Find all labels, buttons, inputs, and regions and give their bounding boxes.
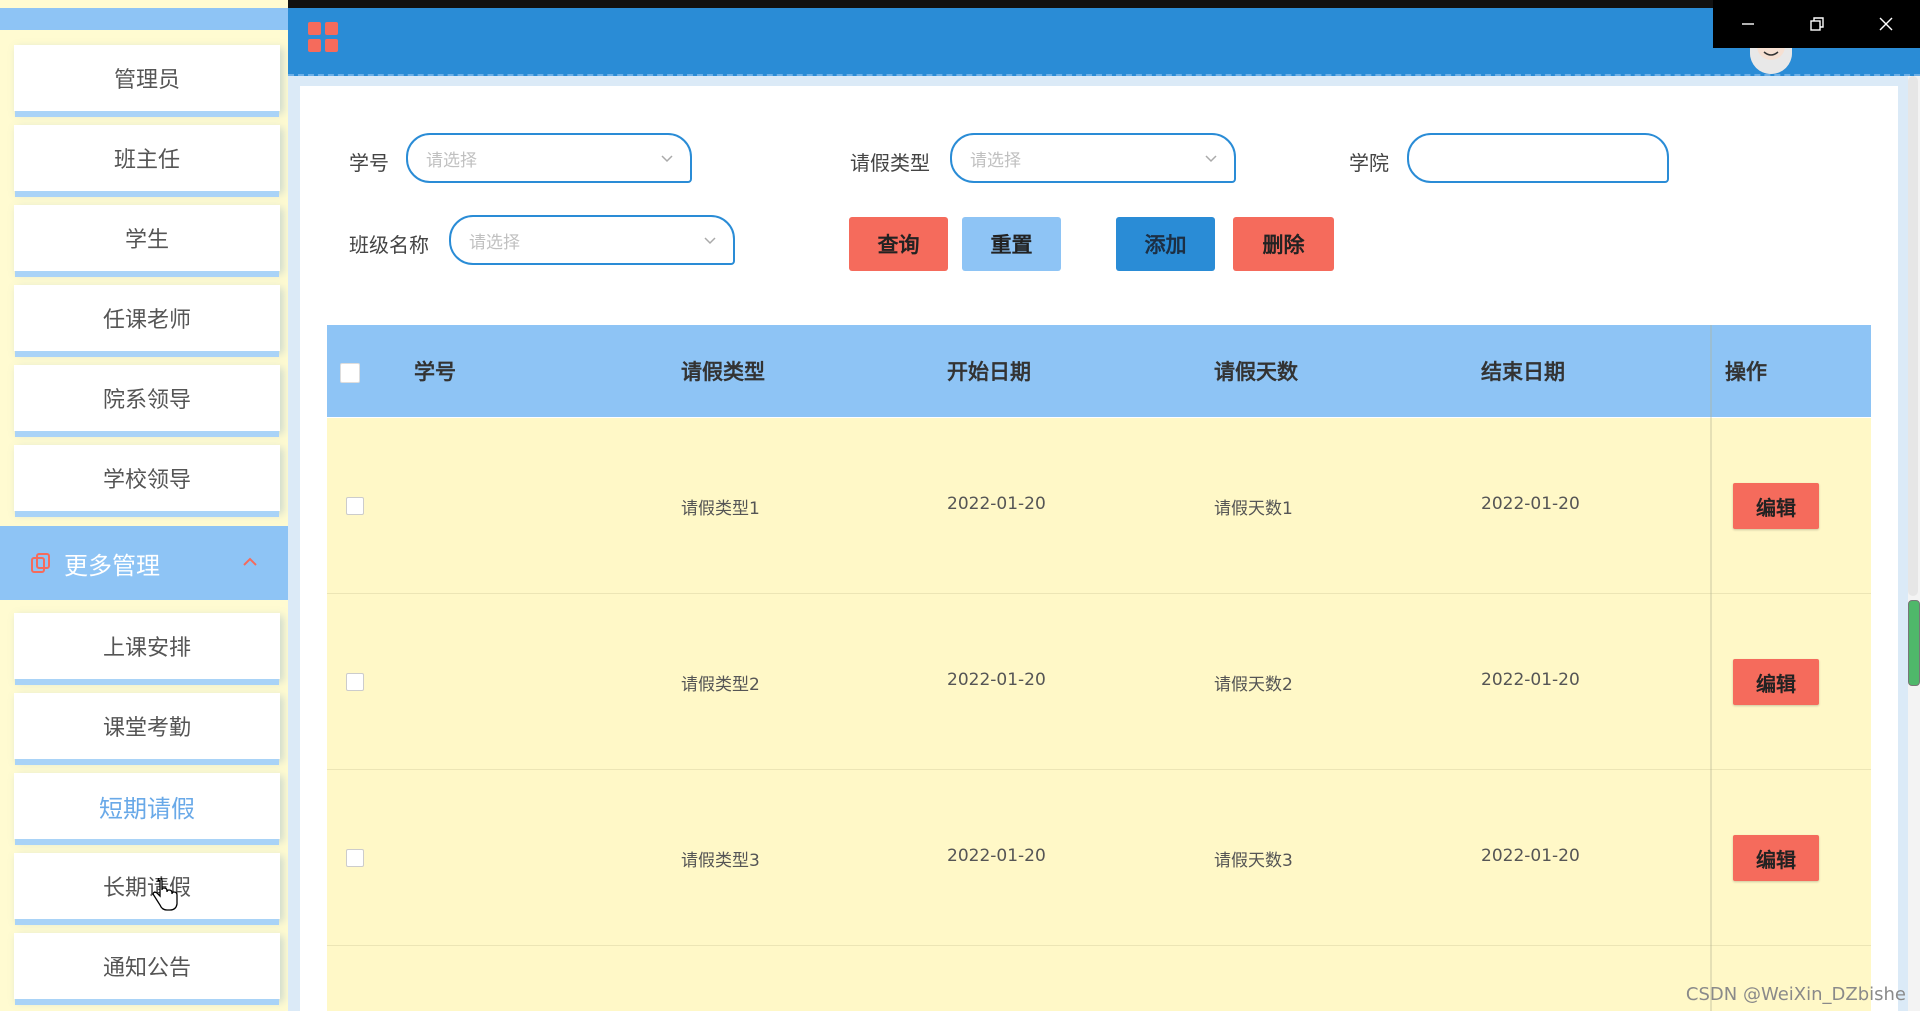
table-row <box>327 770 1871 946</box>
cell-days: 请假天数1 <box>1214 499 1293 519</box>
window-top-strip <box>0 0 1920 8</box>
sidebar-group-label: 更多管理 <box>64 551 160 580</box>
query-button[interactable]: 查询 <box>849 217 948 271</box>
sidebar-item-school-leader[interactable]: 学校领导 <box>14 445 280 511</box>
chevron-down-icon <box>704 237 716 245</box>
column-header-leave-type[interactable]: 请假类型 <box>681 325 765 417</box>
scrollbar-upper <box>1908 76 1918 596</box>
copy-icon <box>31 553 50 573</box>
cell-leave-type: 请假类型1 <box>681 499 760 519</box>
college-label: 学院 <box>1349 151 1389 175</box>
cell-end-date: 2022-01-20 <box>1481 846 1580 866</box>
delete-button[interactable]: 删除 <box>1233 217 1334 271</box>
window-restore-button[interactable] <box>1782 0 1851 48</box>
action-column-divider <box>1710 325 1712 1011</box>
cell-leave-type: 请假类型3 <box>681 851 760 871</box>
reset-button-label: 重置 <box>990 233 1033 257</box>
row-checkbox[interactable] <box>346 673 364 691</box>
sidebar-item-label: 上课安排 <box>102 636 191 661</box>
sidebar-item-short-leave[interactable]: 短期请假 <box>14 773 280 839</box>
sidebar-item-teacher[interactable]: 任课老师 <box>14 285 280 351</box>
cell-end-date: 2022-01-20 <box>1481 670 1580 690</box>
watermark: CSDN @WeiXin_DZbishe <box>1685 984 1906 1005</box>
college-input[interactable] <box>1407 133 1669 183</box>
row-checkbox[interactable] <box>346 849 364 867</box>
select-all-checkbox[interactable] <box>340 363 360 383</box>
cell-start-date: 2022-01-20 <box>947 846 1046 866</box>
window-minimize-icon <box>1741 23 1754 25</box>
table-row <box>327 418 1871 594</box>
sidebar-item-label: 院系领导 <box>102 388 191 413</box>
scrollbar-thumb[interactable] <box>1908 600 1920 686</box>
column-header-days[interactable]: 请假天数 <box>1214 325 1298 417</box>
sidebar-group-more-management[interactable]: 更多管理 <box>0 526 288 600</box>
sidebar-item-label: 通知公告 <box>102 956 191 981</box>
sidebar-item-head-teacher[interactable]: 班主任 <box>14 125 280 191</box>
column-header-student-id[interactable]: 学号 <box>414 325 456 417</box>
query-button-label: 查询 <box>877 233 920 257</box>
column-header-action: 操作 <box>1725 360 1767 384</box>
sidebar-item-class-schedule[interactable]: 上课安排 <box>14 613 280 679</box>
sidebar-item-attendance[interactable]: 课堂考勤 <box>14 693 280 759</box>
cell-start-date: 2022-01-20 <box>947 494 1046 514</box>
sidebar-item-admin[interactable]: 管理员 <box>14 45 280 111</box>
cell-days: 请假天数2 <box>1214 675 1293 695</box>
window-close-icon <box>1879 17 1892 31</box>
chevron-up-icon <box>243 557 257 566</box>
class-name-select[interactable]: 请选择 <box>449 215 735 265</box>
student-id-label: 学号 <box>349 151 389 175</box>
edit-button-label: 编辑 <box>1756 847 1796 872</box>
chevron-down-icon <box>661 155 673 163</box>
hand-cursor-icon <box>152 878 178 911</box>
sidebar-item-label: 学校领导 <box>102 468 191 493</box>
window-minimize-button[interactable] <box>1713 0 1782 48</box>
cell-end-date: 2022-01-20 <box>1481 494 1580 514</box>
top-header <box>288 8 1920 76</box>
add-button-label: 添加 <box>1144 233 1187 257</box>
sidebar-item-label: 任课老师 <box>102 308 191 333</box>
edit-button[interactable]: 编辑 <box>1733 659 1819 705</box>
class-name-placeholder: 请选择 <box>469 232 520 253</box>
edit-button[interactable]: 编辑 <box>1733 835 1819 881</box>
leave-type-placeholder: 请选择 <box>970 150 1021 171</box>
student-id-select[interactable]: 请选择 <box>406 133 692 183</box>
leave-type-select[interactable]: 请选择 <box>950 133 1236 183</box>
student-id-placeholder: 请选择 <box>426 150 477 171</box>
row-checkbox[interactable] <box>346 497 364 515</box>
sidebar-item-notice[interactable]: 通知公告 <box>14 933 280 999</box>
table-row <box>327 594 1871 770</box>
reset-button[interactable]: 重置 <box>962 217 1061 271</box>
sidebar-item-dept-leader[interactable]: 院系领导 <box>14 365 280 431</box>
edit-button-label: 编辑 <box>1756 495 1796 520</box>
sidebar-top-band <box>0 8 288 30</box>
table-row <box>327 946 1871 1011</box>
add-button[interactable]: 添加 <box>1116 217 1215 271</box>
delete-button-label: 删除 <box>1262 233 1305 257</box>
class-name-label: 班级名称 <box>349 233 429 257</box>
column-header-start-date[interactable]: 开始日期 <box>947 325 1031 417</box>
sidebar-item-label: 学生 <box>124 228 169 253</box>
window-controls <box>1713 0 1920 48</box>
sidebar-item-label: 短期请假 <box>99 794 195 823</box>
table-header <box>327 325 1871 417</box>
cell-leave-type: 请假类型2 <box>681 675 760 695</box>
cell-start-date: 2022-01-20 <box>947 670 1046 690</box>
sidebar: 管理员 班主任 学生 任课老师 院系领导 学校领导 更多管理 上课安排 课堂考勤… <box>0 0 288 1011</box>
sidebar-item-student[interactable]: 学生 <box>14 205 280 271</box>
column-header-end-date[interactable]: 结束日期 <box>1481 325 1565 417</box>
sidebar-item-long-leave[interactable]: 长期请假 <box>14 853 280 919</box>
window-close-button[interactable] <box>1851 0 1920 48</box>
chevron-down-icon <box>1205 155 1217 163</box>
sidebar-item-label: 管理员 <box>113 68 180 93</box>
window-restore-icon <box>1809 17 1824 31</box>
sidebar-item-label: 班主任 <box>113 148 180 173</box>
edit-button[interactable]: 编辑 <box>1733 483 1819 529</box>
edit-button-label: 编辑 <box>1756 671 1796 696</box>
sidebar-item-label: 课堂考勤 <box>102 716 191 741</box>
cell-days: 请假天数3 <box>1214 851 1293 871</box>
leave-type-label: 请假类型 <box>850 151 930 175</box>
grid-menu-icon[interactable] <box>308 22 338 52</box>
